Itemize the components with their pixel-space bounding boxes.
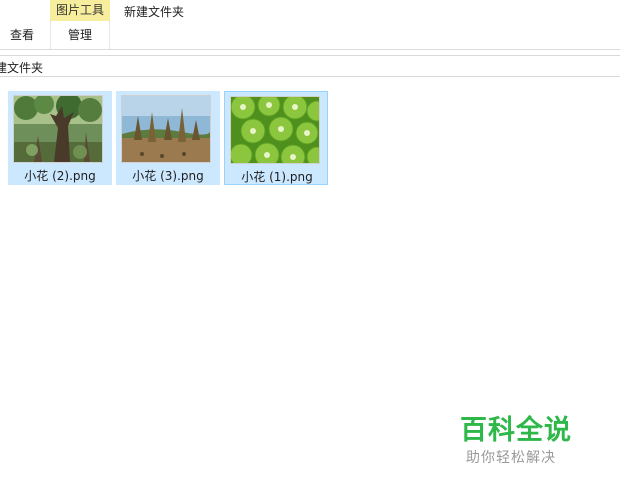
tab-manage[interactable]: 管理 <box>50 21 110 50</box>
file-name[interactable]: 小花 (1).png <box>225 168 329 185</box>
picture-tools-header: 图片工具 <box>50 0 110 21</box>
picture-tools-group: 图片工具 管理 <box>50 0 110 50</box>
forest-tree-image <box>13 95 103 163</box>
ribbon-divider <box>0 49 620 50</box>
file-name[interactable]: 小花 (3).png <box>116 167 220 184</box>
window-title: 新建文件夹 <box>124 5 185 19</box>
file-name[interactable]: 小花 (2).png <box>8 167 112 184</box>
address-path[interactable]: 建文件夹 <box>0 59 43 76</box>
tab-view[interactable]: 查看 <box>0 21 44 50</box>
watermark-subtitle: 助你轻松解决 <box>466 450 556 466</box>
watermark: 百科全说 助你轻松解决 <box>460 414 580 468</box>
kiwi-slices-image <box>230 96 320 164</box>
watermark-title: 百科全说 <box>460 415 572 446</box>
file-item-selected[interactable]: 小花 (1).png <box>224 91 328 185</box>
cactus-field-image <box>121 95 211 163</box>
address-bar[interactable]: 建文件夹 <box>0 55 620 77</box>
file-item[interactable]: 小花 (2).png <box>8 91 112 185</box>
ribbon: 查看 图片工具 管理 新建文件夹 <box>0 0 620 50</box>
file-item[interactable]: 小花 (3).png <box>116 91 220 185</box>
